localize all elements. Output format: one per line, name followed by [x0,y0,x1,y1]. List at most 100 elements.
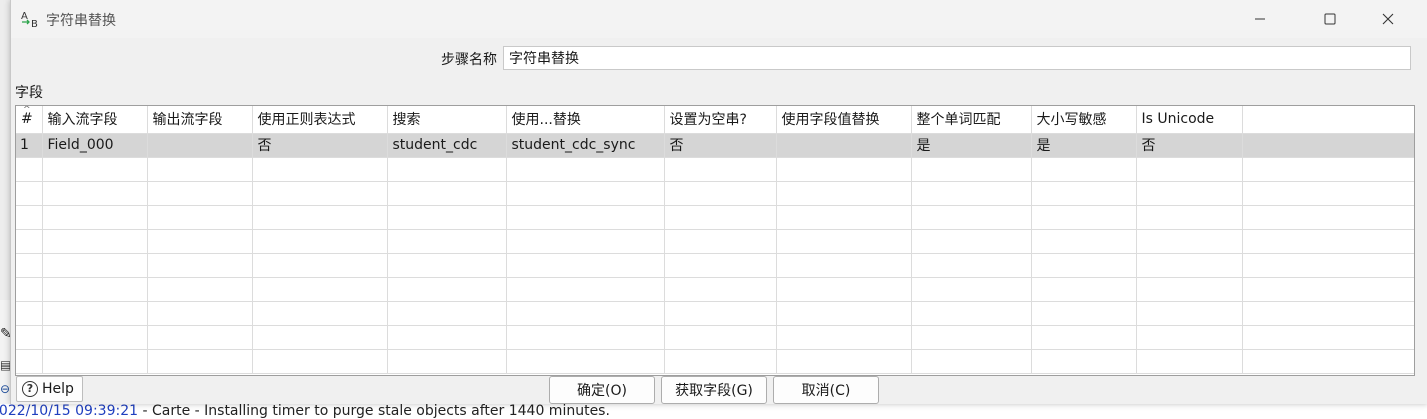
cell-search[interactable] [387,325,507,350]
cell-search[interactable] [387,157,507,182]
cell-use-regex[interactable] [252,301,388,326]
cell-use-regex[interactable] [252,229,388,254]
cell-replace-with-field[interactable] [776,301,912,326]
table-row[interactable] [16,205,1414,230]
cell-set-empty[interactable] [664,181,777,206]
cell-is-unicode[interactable] [1136,277,1243,302]
cell-use-regex[interactable] [252,277,388,302]
cell-search[interactable] [387,349,507,374]
cell-is-unicode[interactable] [1136,157,1243,182]
cell-use-regex[interactable] [252,325,388,350]
cell-input-field[interactable] [42,325,148,350]
cell-whole-word[interactable] [911,157,1032,182]
cell-is-unicode[interactable] [1136,253,1243,278]
cell-case-sensitive[interactable] [1031,301,1137,326]
cell-rownum[interactable] [16,277,43,302]
cell-whole-word[interactable] [911,205,1032,230]
cell-case-sensitive[interactable] [1031,253,1137,278]
cell-output-field[interactable] [147,157,253,182]
get-fields-button[interactable]: 获取字段(G) [661,376,767,404]
cell-replace-with[interactable] [506,325,665,350]
cell-whole-word[interactable] [911,181,1032,206]
cell-search[interactable] [387,205,507,230]
column-header-case-sensitive[interactable]: 大小写敏感 [1031,106,1137,134]
cell-use-regex[interactable] [252,349,388,374]
cell-output-field[interactable] [147,301,253,326]
cell-set-empty[interactable] [664,253,777,278]
cell-input-field[interactable] [42,205,148,230]
cell-output-field[interactable] [147,133,253,158]
cell-rownum[interactable] [16,325,43,350]
cell-case-sensitive[interactable] [1031,349,1137,374]
ok-button[interactable]: 确定(O) [549,376,655,404]
cell-replace-with[interactable] [506,205,665,230]
cell-use-regex[interactable] [252,253,388,278]
cell-case-sensitive[interactable] [1031,157,1137,182]
column-header-output-field[interactable]: 输出流字段 [147,106,253,134]
column-header-replace-with[interactable]: 使用...替换 [506,106,665,134]
cell-whole-word[interactable] [911,229,1032,254]
cell-set-empty[interactable] [664,301,777,326]
cell-set-empty[interactable] [664,277,777,302]
cell-rownum[interactable] [16,157,43,182]
table-row[interactable] [16,301,1414,326]
cell-search[interactable] [387,253,507,278]
cell-set-empty[interactable] [664,349,777,374]
cell-output-field[interactable] [147,229,253,254]
cell-replace-with-field[interactable] [776,205,912,230]
cell-input-field[interactable] [42,349,148,374]
cell-rownum[interactable] [16,349,43,374]
cell-rownum[interactable] [16,181,43,206]
cell-replace-with-field[interactable] [776,349,912,374]
cell-input-field[interactable] [42,157,148,182]
cell-output-field[interactable] [147,277,253,302]
cell-case-sensitive[interactable] [1031,181,1137,206]
cell-whole-word[interactable] [911,349,1032,374]
cell-set-empty[interactable] [664,325,777,350]
cell-set-empty[interactable]: 否 [664,133,777,158]
cell-replace-with-field[interactable] [776,277,912,302]
column-header-is-unicode[interactable]: Is Unicode [1136,106,1243,134]
cancel-button[interactable]: 取消(C) [773,376,879,404]
column-header-input-field[interactable]: 输入流字段 [42,106,148,134]
column-header-set-empty[interactable]: 设置为空串? [664,106,777,134]
cell-replace-with[interactable] [506,229,665,254]
cell-case-sensitive[interactable] [1031,277,1137,302]
cell-output-field[interactable] [147,205,253,230]
cell-whole-word[interactable] [911,253,1032,278]
cell-case-sensitive[interactable] [1031,325,1137,350]
cell-set-empty[interactable] [664,157,777,182]
cell-search[interactable] [387,181,507,206]
column-header-use-regex[interactable]: 使用正则表达式 [252,106,388,134]
cell-whole-word[interactable] [911,301,1032,326]
close-button[interactable] [1359,0,1417,38]
cell-whole-word[interactable]: 是 [911,133,1032,158]
cell-use-regex[interactable]: 否 [252,133,388,158]
cell-search[interactable]: student_cdc [387,133,507,158]
cell-whole-word[interactable] [911,277,1032,302]
cell-replace-with[interactable] [506,157,665,182]
minimize-button[interactable] [1231,0,1289,38]
cell-is-unicode[interactable] [1136,301,1243,326]
cell-output-field[interactable] [147,181,253,206]
cell-replace-with[interactable] [506,181,665,206]
cell-replace-with[interactable] [506,301,665,326]
cell-replace-with[interactable] [506,277,665,302]
cell-input-field[interactable] [42,253,148,278]
cell-input-field[interactable] [42,277,148,302]
cell-case-sensitive[interactable] [1031,229,1137,254]
cell-input-field[interactable] [42,181,148,206]
cell-rownum[interactable] [16,229,43,254]
cell-set-empty[interactable] [664,205,777,230]
cell-rownum[interactable]: 1 [16,133,43,158]
cell-case-sensitive[interactable]: 是 [1031,133,1137,158]
table-row[interactable] [16,277,1414,302]
step-name-input[interactable] [503,46,1411,70]
cell-is-unicode[interactable] [1136,205,1243,230]
cell-use-regex[interactable] [252,205,388,230]
cell-rownum[interactable] [16,253,43,278]
cell-replace-with-field[interactable] [776,157,912,182]
cell-is-unicode[interactable] [1136,181,1243,206]
cell-case-sensitive[interactable] [1031,205,1137,230]
column-header-search[interactable]: 搜索 [387,106,507,134]
